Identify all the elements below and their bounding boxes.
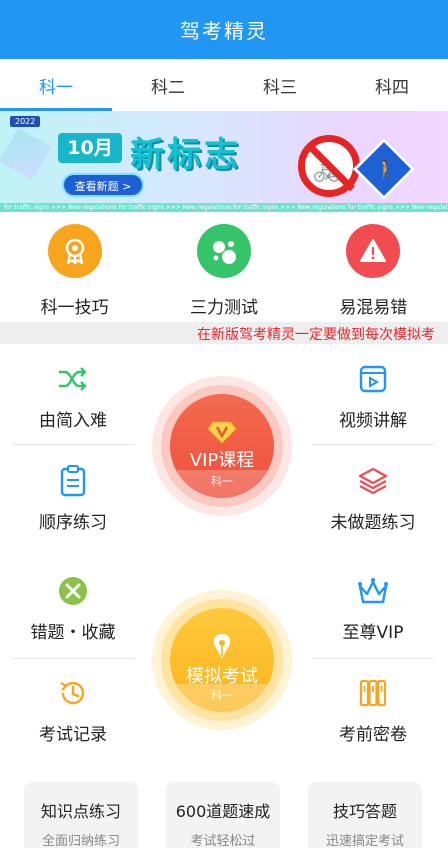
cell-label: 顺序练习 xyxy=(39,513,107,533)
pen-nib-icon xyxy=(213,634,231,658)
vip-ring: VIP课程 科一 xyxy=(161,385,283,507)
tool-subject1-tips[interactable]: 科一技巧 xyxy=(0,212,149,322)
knowledge-practice-card[interactable]: 知识点练习 全面归纳练习 xyxy=(24,782,138,848)
tool-label: 易混易错 xyxy=(339,298,408,318)
cell-label: 考试记录 xyxy=(39,725,107,745)
divider xyxy=(12,658,134,659)
cell-label: 至尊VIP xyxy=(342,623,404,643)
tool-confusing-errors[interactable]: 易混易错 xyxy=(299,212,448,322)
clipboard-list-icon xyxy=(59,464,87,498)
quick-600-card[interactable]: 600道题速成 考试轻松过 xyxy=(166,782,280,848)
exam-section: 错题・收藏 至尊VIP 考试记录 考前密卷 模拟考试 科一 xyxy=(0,556,448,762)
practice-section: 由简入难 视频讲解 顺序练习 未做题练习 VIP课程 科一 xyxy=(0,344,448,548)
mock-exam-button[interactable]: 模拟考试 科一 xyxy=(152,590,292,730)
divider xyxy=(312,658,434,659)
close-circle-icon xyxy=(57,574,89,608)
bottom-cards: 知识点练习 全面归纳练习 600道题速成 考试轻松过 技巧答题 迅速搞定考试 xyxy=(0,770,448,848)
cell-label: 未做题练习 xyxy=(330,513,416,533)
notice-text: 在新版驾考精灵一定要做到每次模拟考 xyxy=(197,327,435,343)
exam-core: 模拟考试 科一 xyxy=(170,608,274,712)
tab-subject-1[interactable]: 科一 xyxy=(0,59,112,111)
wrong-questions-favorites-button[interactable]: 错题・收藏 xyxy=(8,574,138,643)
tab-subject-3[interactable]: 科三 xyxy=(224,59,336,111)
cell-label: 错题・收藏 xyxy=(30,623,116,643)
banner-strip: for traffic signs >>> New regulations fo… xyxy=(0,203,448,212)
vip-course-button[interactable]: VIP课程 科一 xyxy=(152,376,292,516)
banner-month: 10月 xyxy=(58,133,122,163)
crown-icon xyxy=(356,574,390,608)
view-new-questions-button[interactable]: 查看新题 > xyxy=(62,173,144,197)
sequential-practice-button[interactable]: 顺序练习 xyxy=(8,464,138,533)
warning-icon xyxy=(346,224,401,278)
tool-label: 科一技巧 xyxy=(40,298,109,318)
tips-answering-card[interactable]: 技巧答题 迅速搞定考试 xyxy=(308,782,422,848)
secret-papers-button[interactable]: 考前密卷 xyxy=(308,676,438,745)
mock-exam-subject: 科一 xyxy=(170,684,274,712)
no-bicycle-sign-icon: 🚲 xyxy=(298,135,360,197)
card-title: 知识点练习 xyxy=(40,802,121,821)
vip-course-subject: 科一 xyxy=(170,470,274,498)
vip-core: VIP课程 科一 xyxy=(170,394,274,498)
diamond-v-icon xyxy=(207,421,237,444)
app-title: 驾考精灵 xyxy=(180,19,268,43)
cube-decoration-icon xyxy=(0,128,51,180)
app-root: 驾考精灵 科一 科二 科三 科四 2022 10月 新标志 查看新题 > 🚲 🚶… xyxy=(0,0,448,848)
exam-records-button[interactable]: 考试记录 xyxy=(8,676,138,745)
divider xyxy=(12,444,134,445)
bubbles-icon xyxy=(196,224,251,278)
divider xyxy=(312,444,434,445)
banner-headline: 新标志 xyxy=(130,135,241,175)
subject-tabs: 科一 科二 科三 科四 xyxy=(0,59,448,111)
card-title: 技巧答题 xyxy=(332,802,397,821)
app-header: 驾考精灵 xyxy=(0,0,448,59)
notice-marquee[interactable]: 在新版驾考精灵一定要做到每次模拟考 xyxy=(0,322,448,344)
tool-label: 三力测试 xyxy=(189,298,258,318)
tab-subject-2[interactable]: 科二 xyxy=(112,59,224,111)
books-icon xyxy=(358,676,388,710)
pedestrian-crossing-sign-icon: 🚶 xyxy=(352,137,416,201)
card-title: 600道题速成 xyxy=(175,802,271,821)
cell-label: 视频讲解 xyxy=(339,411,407,431)
history-clock-icon xyxy=(57,676,89,710)
quick-tools: 科一技巧 三力测试 易混易错 xyxy=(0,212,448,322)
tab-subject-4[interactable]: 科四 xyxy=(336,59,448,111)
layers-icon xyxy=(357,464,389,498)
cell-label: 由简入难 xyxy=(39,411,107,431)
video-lesson-button[interactable]: 视频讲解 xyxy=(308,362,438,431)
cell-label: 考前密卷 xyxy=(339,725,407,745)
easy-to-hard-button[interactable]: 由简入难 xyxy=(8,362,138,431)
card-subtitle: 迅速搞定考试 xyxy=(325,834,404,848)
banner-year-tag: 2022 xyxy=(10,116,41,127)
vip-course-label: VIP课程 xyxy=(189,450,255,471)
shuffle-icon xyxy=(57,362,89,396)
medal-icon xyxy=(47,224,102,278)
supreme-vip-button[interactable]: 至尊VIP xyxy=(308,574,438,643)
unanswered-practice-button[interactable]: 未做题练习 xyxy=(308,464,438,533)
card-subtitle: 考试轻松过 xyxy=(190,834,256,848)
promo-banner[interactable]: 2022 10月 新标志 查看新题 > 🚲 🚶 for traffic sign… xyxy=(0,111,448,212)
exam-ring: 模拟考试 科一 xyxy=(161,599,283,721)
tool-three-ability-test[interactable]: 三力测试 xyxy=(149,212,298,322)
card-subtitle: 全面归纳练习 xyxy=(41,834,120,848)
video-icon xyxy=(358,362,388,396)
